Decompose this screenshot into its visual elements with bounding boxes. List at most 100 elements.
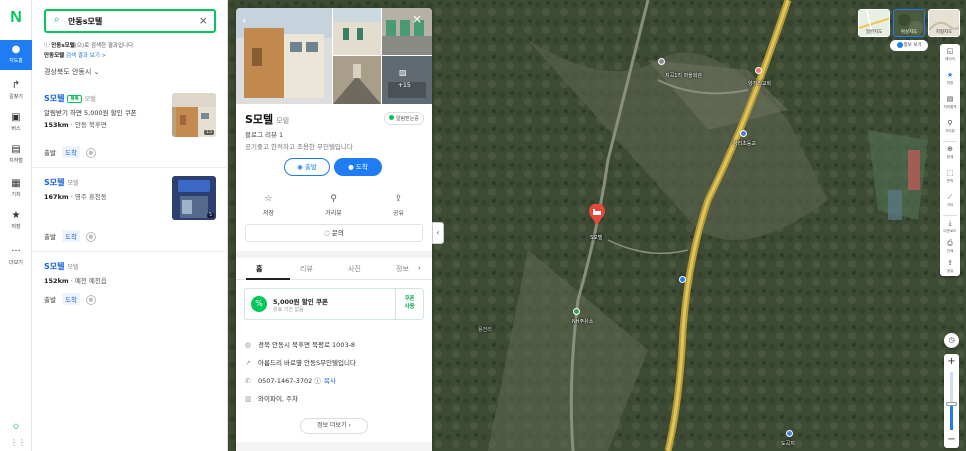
tool-layers[interactable]: ◱ 레이어 — [940, 44, 960, 68]
photo-thumb-2[interactable] — [382, 8, 432, 55]
motel-exterior-photo — [236, 8, 332, 104]
map-tools: ◱ 레이어 ★ 저장 ▤ 지하철역 ⚲ 거리뷰 ⊕ 현재 ⬚ 면적 ⟋ 거리 ⤓ 다운로드 ⎙ 인… — [940, 44, 960, 276]
inquiry-button[interactable]: ◌ 문의 — [245, 224, 423, 242]
rail-item-directions[interactable]: ↱ 길찾기 — [0, 76, 32, 106]
street-view-action[interactable]: ⚲ 거리뷰 — [301, 194, 366, 217]
arrive-button[interactable]: 도착 — [61, 293, 80, 305]
result-item-3[interactable]: S모텔 모텔 152km · 예천 예천읍 출발 도착 ◎ — [32, 252, 228, 314]
school-marker-icon[interactable] — [740, 130, 747, 137]
start-button[interactable]: ◉ 출발 — [284, 158, 330, 176]
compass-button[interactable]: ◷ — [944, 333, 959, 348]
rail-item-bus[interactable]: ▣ 버스 — [0, 108, 32, 138]
copy-button[interactable]: 복사 — [324, 377, 336, 385]
place-title: S모텔 모텔 — [245, 111, 289, 127]
start-button[interactable]: 출발 — [44, 147, 56, 157]
tabs-next-icon[interactable]: › — [418, 264, 421, 272]
tool-subway-station[interactable]: ▤ 지하철역 — [940, 92, 960, 116]
rail-item-train[interactable]: ▦ 기차 — [0, 174, 32, 204]
more-info-button[interactable]: 정보 더보기 › — [300, 418, 368, 434]
photo-main[interactable] — [236, 8, 332, 104]
tool-area[interactable]: ⬚ 면적 — [940, 166, 960, 190]
alt-search-link[interactable]: 안동모텔 검색 결과 보기 > — [44, 53, 106, 59]
search-box[interactable]: ⌕ 안동s모텔 × — [44, 9, 216, 33]
coupon-banner[interactable]: % 5,000원 할인 쿠폰 유효 기간 없음 쿠폰 사용 — [244, 288, 424, 320]
hall-marker-icon[interactable] — [658, 58, 665, 65]
tool-saved[interactable]: ★ 저장 — [940, 68, 960, 92]
result-thumbnail[interactable]: 15 — [172, 93, 216, 137]
church-marker-icon[interactable] — [755, 67, 762, 74]
gallery-icon: ▨ — [399, 68, 407, 77]
back-icon[interactable]: ‹ — [242, 14, 246, 27]
tab-review[interactable]: 리뷰 — [300, 264, 313, 274]
selected-place-marker[interactable] — [588, 203, 606, 226]
talk-badge: 톡톡 — [67, 94, 82, 103]
result-item-1[interactable]: S모텔 톡톡 모텔 알림받기 하면 5,000원 할인 쿠폰 153km · 안동 … — [32, 84, 228, 168]
map-type-normal[interactable]: 일반지도 — [858, 9, 890, 37]
rail-item-saved[interactable]: ★ 저장 — [0, 206, 32, 236]
inquiry-label: 문의 — [331, 229, 344, 237]
start-button[interactable]: 출발 — [44, 294, 56, 304]
save-action[interactable]: ☆ 저장 — [236, 194, 301, 217]
tab-home[interactable]: 홈 — [256, 264, 262, 274]
search-input[interactable]: 안동s모텔 — [68, 16, 102, 27]
rail-item-more[interactable]: ··· 더보기 — [0, 242, 32, 272]
location-pin-icon[interactable]: ◎ — [85, 148, 96, 158]
result-title[interactable]: S모텔 모텔 — [44, 261, 79, 272]
info-toggle[interactable]: 정보 보기 — [890, 40, 928, 51]
result-thumbnail[interactable]: 5 — [172, 176, 216, 220]
naver-logo[interactable]: N — [4, 6, 28, 30]
address-text[interactable]: 경북 안동시 북후면 북평로 1003-8 — [258, 341, 355, 349]
chevron-left-icon: ‹ — [436, 228, 440, 237]
tool-current-location[interactable]: ⊕ 현재 — [940, 142, 960, 166]
zoom-out-button[interactable]: − — [944, 433, 959, 447]
use-coupon-button[interactable]: 쿠폰 사용 — [395, 289, 423, 319]
alert-chip[interactable]: 알림받는중 — [383, 112, 424, 125]
gas-station-marker-icon[interactable] — [573, 308, 580, 315]
collapse-panel-button[interactable]: ‹ — [432, 222, 444, 244]
share-icon: ⇪ — [947, 259, 953, 267]
map-label-hall: 지곡1리 마을회관 — [665, 73, 702, 79]
plant-icon[interactable]: ✿ — [10, 422, 22, 432]
arrive-button[interactable]: 도착 — [61, 146, 80, 158]
close-icon[interactable]: × — [412, 12, 422, 26]
left-rail: N ● 지도홈 ↱ 길찾기 ▣ 버스 ▤ 지하철 ▦ 기차 ★ 저장 ··· 더… — [0, 0, 32, 451]
zoom-slider-handle[interactable] — [946, 402, 957, 406]
photo-thumb-1[interactable] — [333, 8, 381, 55]
alert-chip-label: 알림받는중 — [395, 116, 419, 122]
share-action[interactable]: ⇪ 공유 — [366, 194, 431, 217]
photo-more[interactable]: ▨ +15 — [382, 56, 432, 104]
zoom-in-button[interactable]: + — [944, 355, 959, 369]
photo-gallery[interactable]: ▨ +15 ‹ × — [236, 8, 432, 104]
phone-text[interactable]: 0507-1467-3702 — [258, 377, 312, 385]
result-item-2[interactable]: S모텔 모텔 167km · 영주 휴천동 출발 도착 ◎ 5 — [32, 168, 228, 252]
arrive-button[interactable]: 도착 — [61, 230, 80, 242]
arrive-button[interactable]: ● 도착 — [334, 158, 382, 176]
highway-marker-icon[interactable] — [679, 276, 686, 283]
location-pin-icon[interactable]: ◎ — [85, 232, 96, 242]
tab-photos[interactable]: 사진 — [348, 264, 361, 274]
phone-info-icon[interactable]: ⓘ — [312, 377, 321, 385]
map-type-terrain[interactable]: 지형지도 — [928, 9, 960, 37]
subway-icon: ▤ — [946, 95, 954, 103]
tool-distance[interactable]: ⟋ 거리 — [940, 190, 960, 214]
reservoir-marker-icon[interactable] — [786, 430, 793, 437]
blog-review-link[interactable]: 블로그 리뷰 1 — [245, 129, 283, 139]
location-pin-icon: ◍ — [245, 341, 252, 349]
result-title[interactable]: S모텔 톡톡 모텔 — [44, 93, 96, 104]
tool-share[interactable]: ⇪ 공유 — [940, 256, 960, 280]
location-pin-icon[interactable]: ◎ — [85, 295, 96, 305]
clear-search-icon[interactable]: × — [199, 14, 208, 27]
start-label: 출발 — [304, 163, 317, 171]
tool-street-view[interactable]: ⚲ 거리뷰 — [940, 116, 960, 140]
start-button[interactable]: 출발 — [44, 231, 56, 241]
place-category: 모텔 — [276, 117, 290, 125]
route-icon: ↗ — [245, 359, 251, 367]
map-type-satellite[interactable]: 위성지도 — [893, 9, 925, 37]
rail-item-subway[interactable]: ▤ 지하철 — [0, 140, 32, 170]
tab-info[interactable]: 정보 — [396, 264, 409, 274]
photo-thumb-3[interactable] — [333, 56, 381, 104]
rail-item-map-home[interactable]: ● 지도홈 — [0, 40, 32, 70]
region-filter[interactable]: 경상북도 안동시 ⌄ — [44, 67, 99, 77]
result-title[interactable]: S모텔 모텔 — [44, 177, 79, 188]
grid-menu-icon[interactable]: ⋮⋮ — [10, 438, 26, 448]
